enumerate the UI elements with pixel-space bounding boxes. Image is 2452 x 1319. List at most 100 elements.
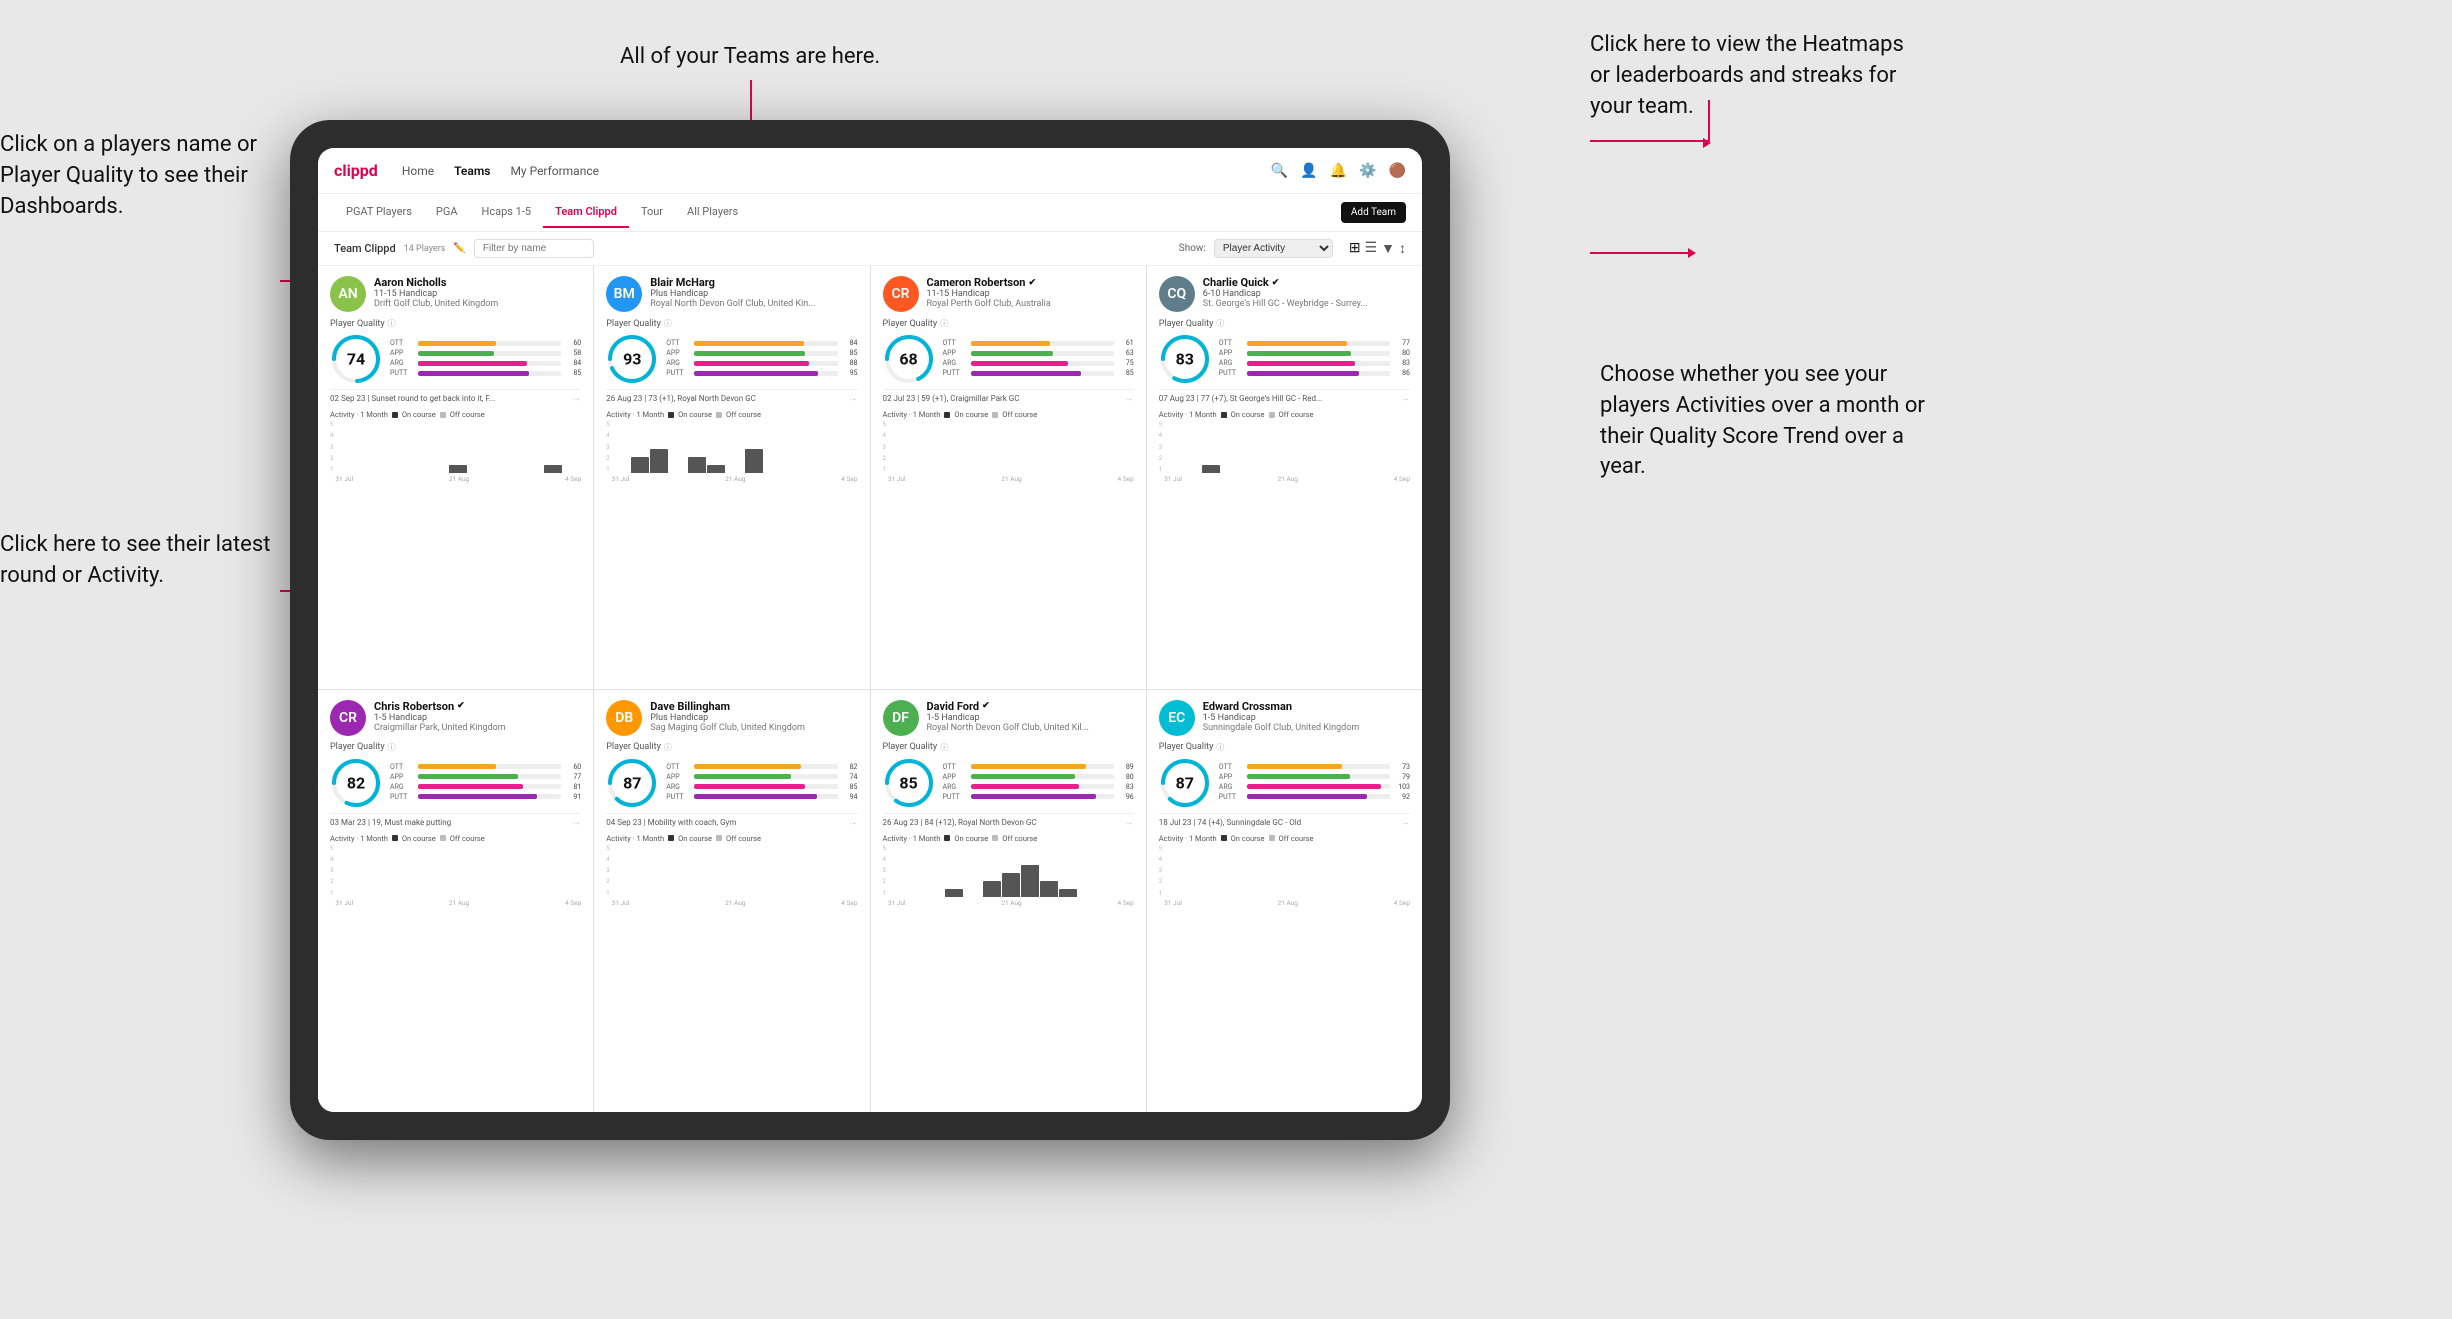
filter-input[interactable] (474, 239, 594, 258)
player-club: Sag Maging Golf Club, United Kingdom (650, 723, 857, 733)
tab-team-clippd[interactable]: Team Clippd (543, 197, 629, 228)
stat-bar-bg (418, 361, 561, 366)
chart-labels: 31 Jul 21 Aug 4 Sep (888, 475, 1134, 483)
stat-label: APP (1219, 349, 1243, 357)
player-card[interactable]: BM Blair McHarg Plus Handicap Royal Nort… (594, 266, 869, 689)
edit-icon[interactable]: ✏️ (453, 243, 465, 254)
search-icon[interactable]: 🔍 (1271, 163, 1288, 179)
chart-label-mid: 21 Aug (725, 475, 745, 483)
show-label: Show: (1179, 243, 1206, 254)
quality-section[interactable]: 82 OTT 60 APP 77 ARG (330, 757, 581, 809)
round-arrow: → (848, 393, 858, 404)
tab-hcaps[interactable]: Hcaps 1-5 (470, 197, 544, 228)
round-arrow: → (1124, 817, 1134, 828)
quality-label: Player Quality ⓘ (1159, 318, 1410, 329)
player-name[interactable]: Charlie Quick ✔ (1203, 276, 1410, 289)
score-value: 68 (899, 350, 917, 369)
stats-bars: OTT 61 APP 63 ARG 75 (943, 339, 1134, 379)
player-card[interactable]: CR Chris Robertson ✔ 1-5 Handicap Craigm… (318, 690, 593, 1113)
latest-round-text: 02 Jul 23 | 59 (+1), Craigmillar Park GC (883, 394, 1020, 403)
score-value: 83 (1176, 350, 1194, 369)
latest-round[interactable]: 07 Aug 23 | 77 (+7), St George's Hill GC… (1159, 389, 1410, 404)
player-count: 14 Players (404, 244, 446, 254)
stat-label: PUTT (943, 793, 967, 801)
chart-label-start: 31 Jul (888, 475, 906, 483)
chart-label-end: 4 Sep (1394, 899, 1410, 907)
chart-bar (745, 449, 763, 473)
on-course-label: On course (402, 834, 436, 843)
player-card[interactable]: DB Dave Billingham Plus Handicap Sag Mag… (594, 690, 869, 1113)
settings-icon[interactable]: ⚙️ (1359, 163, 1376, 179)
on-course-dot (1221, 835, 1227, 841)
sort-icon[interactable]: ↕ (1399, 240, 1406, 257)
nav-home[interactable]: Home (402, 160, 434, 182)
stat-value: 73 (1394, 763, 1410, 771)
tab-all-players[interactable]: All Players (675, 197, 750, 228)
stat-label: APP (390, 349, 414, 357)
filter-icon[interactable]: ▼ (1381, 240, 1395, 257)
nav-my-performance[interactable]: My Performance (510, 160, 599, 182)
quality-section[interactable]: 74 OTT 60 APP 58 ARG (330, 333, 581, 385)
tab-pgat[interactable]: PGAT Players (334, 197, 424, 228)
show-select[interactable]: Player Activity Quality Score Trend (1214, 239, 1333, 258)
activity-section: Activity · 1 Month On course Off course … (606, 410, 857, 483)
list-view-icon[interactable]: ☰ (1365, 240, 1378, 257)
stat-bar-bg (971, 361, 1114, 366)
latest-round[interactable]: 02 Jul 23 | 59 (+1), Craigmillar Park GC… (883, 389, 1134, 404)
latest-round[interactable]: 02 Sep 23 | Sunset round to get back int… (330, 389, 581, 404)
stat-value: 95 (842, 369, 858, 377)
y-label: 5 (1159, 845, 1162, 852)
quality-section[interactable]: 68 OTT 61 APP 63 ARG (883, 333, 1134, 385)
y-label: 3 (1159, 444, 1162, 451)
player-card-header: CQ Charlie Quick ✔ 6-10 Handicap St. Geo… (1159, 276, 1410, 312)
latest-round[interactable]: 03 Mar 23 | 19, Must make putting → (330, 813, 581, 828)
nav-teams[interactable]: Teams (454, 160, 490, 182)
player-card[interactable]: EC Edward Crossman 1-5 Handicap Sunningd… (1147, 690, 1422, 1113)
stat-bar (694, 794, 816, 799)
y-label: 2 (606, 878, 609, 885)
y-labels: 54321 (883, 421, 886, 473)
player-card[interactable]: DF David Ford ✔ 1-5 Handicap Royal North… (871, 690, 1146, 1113)
player-name[interactable]: Cameron Robertson ✔ (927, 276, 1134, 289)
bell-icon[interactable]: 🔔 (1330, 163, 1347, 179)
player-name[interactable]: Chris Robertson ✔ (374, 700, 581, 713)
player-name[interactable]: David Ford ✔ (927, 700, 1134, 713)
player-card-header: DB Dave Billingham Plus Handicap Sag Mag… (606, 700, 857, 736)
latest-round[interactable]: 18 Jul 23 | 74 (+4), Sunningdale GC - Ol… (1159, 813, 1410, 828)
player-card[interactable]: AN Aaron Nicholls 11-15 Handicap Drift G… (318, 266, 593, 689)
tab-tour[interactable]: Tour (629, 197, 675, 228)
stat-bar-bg (1247, 784, 1390, 789)
player-name[interactable]: Dave Billingham (650, 700, 857, 713)
chart-bar-seg (983, 881, 1001, 897)
activity-label: Activity · 1 Month (606, 410, 664, 419)
stat-bar-bg (1247, 371, 1390, 376)
player-name[interactable]: Edward Crossman (1203, 700, 1410, 713)
stat-bar-bg (1247, 341, 1390, 346)
player-name[interactable]: Blair McHarg (650, 276, 857, 289)
player-card[interactable]: CR Cameron Robertson ✔ 11-15 Handicap Ro… (871, 266, 1146, 689)
quality-section[interactable]: 83 OTT 77 APP 80 ARG (1159, 333, 1410, 385)
player-card[interactable]: CQ Charlie Quick ✔ 6-10 Handicap St. Geo… (1147, 266, 1422, 689)
latest-round[interactable]: 26 Aug 23 | 84 (+12), Royal North Devon … (883, 813, 1134, 828)
latest-round[interactable]: 04 Sep 23 | Mobility with coach, Gym → (606, 813, 857, 828)
quality-section[interactable]: 87 OTT 82 APP 74 ARG (606, 757, 857, 809)
chart-label-end: 4 Sep (1118, 899, 1134, 907)
tab-pga[interactable]: PGA (424, 197, 470, 228)
quality-section[interactable]: 85 OTT 89 APP 80 ARG (883, 757, 1134, 809)
chart-bar (1202, 465, 1220, 473)
quality-section[interactable]: 87 OTT 73 APP 79 ARG (1159, 757, 1410, 809)
chart-wrapper: 54321 (1159, 845, 1410, 907)
latest-round-text: 02 Sep 23 | Sunset round to get back int… (330, 394, 495, 403)
user-icon[interactable]: 👤 (1300, 163, 1317, 179)
quality-section[interactable]: 93 OTT 84 APP 85 ARG (606, 333, 857, 385)
player-name[interactable]: Aaron Nicholls (374, 276, 581, 289)
y-label: 4 (883, 856, 886, 863)
chart-labels: 31 Jul 21 Aug 4 Sep (335, 899, 581, 907)
avatar-icon[interactable]: 🟤 (1389, 163, 1406, 179)
grid-view-icon[interactable]: ⊞ (1349, 240, 1361, 257)
chart-bar (983, 881, 1001, 897)
off-course-label: Off course (450, 410, 485, 419)
latest-round[interactable]: 26 Aug 23 | 73 (+1), Royal North Devon G… (606, 389, 857, 404)
chart-label-start: 31 Jul (1164, 475, 1182, 483)
add-team-button[interactable]: Add Team (1341, 202, 1406, 223)
